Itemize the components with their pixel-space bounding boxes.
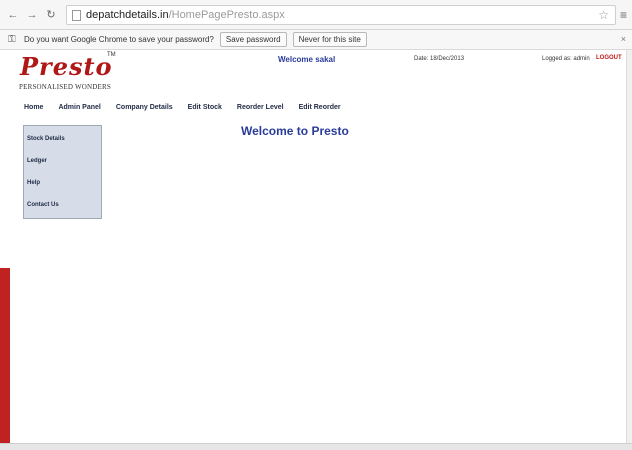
vertical-scrollbar[interactable]: [626, 50, 632, 443]
menu-item-edit-stock[interactable]: Edit Stock: [188, 104, 222, 111]
save-password-button[interactable]: Save password: [219, 32, 287, 47]
sidebar-item-contact-us[interactable]: Contact Us: [27, 202, 101, 224]
page-content: Presto TM PERSONALISED WONDERS Welcome s…: [0, 50, 626, 443]
sidebar-item-ledger[interactable]: Ledger: [27, 158, 101, 180]
page-title: Welcome to Presto: [241, 124, 349, 138]
menu-item-edit-reorder[interactable]: Edit Reorder: [299, 104, 341, 111]
horizontal-scrollbar[interactable]: [0, 443, 632, 450]
menu-item-company-details[interactable]: Company Details: [116, 104, 173, 111]
main-menu: Home Admin Panel Company Details Edit St…: [24, 104, 356, 111]
bookmark-star-icon[interactable]: ☆: [598, 8, 609, 22]
logout-link[interactable]: LOGOUT: [596, 55, 622, 61]
page-icon: [72, 9, 81, 21]
date-text: Date: 18/Dec/2013: [414, 56, 465, 62]
menu-item-reorder-level[interactable]: Reorder Level: [237, 104, 284, 111]
menu-item-home[interactable]: Home: [24, 104, 43, 111]
address-bar: ← → ↻ depatchdetails.in/HomePagePresto.a…: [0, 0, 632, 30]
close-icon[interactable]: ×: [621, 34, 626, 44]
chrome-menu-icon[interactable]: ≡: [620, 8, 627, 22]
reload-icon[interactable]: ↻: [44, 8, 58, 22]
password-infobar: ⚿ Do you want Google Chrome to save your…: [0, 30, 632, 50]
sidebar: Stock Details Ledger Help Contact Us: [23, 125, 102, 219]
url-input[interactable]: depatchdetails.in/HomePagePresto.aspx ☆: [66, 5, 616, 25]
never-save-button[interactable]: Never for this site: [292, 32, 367, 47]
key-icon: ⚿: [8, 34, 16, 45]
sidebar-item-stock-details[interactable]: Stock Details: [27, 136, 101, 158]
logged-in-text: Logged as: admin: [542, 56, 590, 62]
menu-item-admin-panel[interactable]: Admin Panel: [58, 104, 100, 111]
browser-window: ← → ↻ depatchdetails.in/HomePagePresto.a…: [0, 0, 632, 450]
url-path: /HomePagePresto.aspx: [168, 9, 285, 21]
logo-tagline: PERSONALISED WONDERS: [19, 83, 111, 91]
infobar-message: Do you want Google Chrome to save your p…: [24, 35, 214, 44]
url-host: depatchdetails.in: [86, 9, 169, 21]
presto-logo: Presto: [20, 52, 113, 81]
trademark-mark: TM: [107, 52, 116, 58]
sidebar-item-help[interactable]: Help: [27, 180, 101, 202]
welcome-user-text: Welcome sakal: [278, 55, 336, 64]
back-icon[interactable]: ←: [6, 8, 20, 22]
decorative-stripe: [0, 268, 10, 443]
forward-icon[interactable]: →: [25, 8, 39, 22]
